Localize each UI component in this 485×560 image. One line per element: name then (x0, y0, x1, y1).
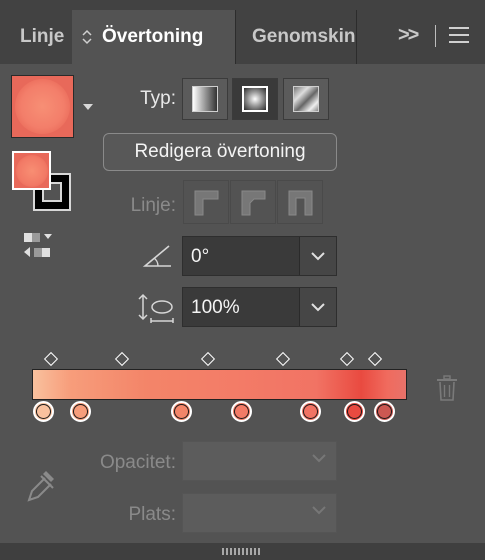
panel-menu-icon[interactable] (449, 27, 469, 45)
edit-gradient-button[interactable]: Redigera övertoning (103, 133, 337, 171)
chevron-down-icon (312, 454, 326, 463)
resize-grip[interactable] (222, 548, 262, 555)
gradient-panel: Linje Övertoning Genomskinlighet >> Typ:… (0, 0, 485, 560)
stroke-across-button[interactable] (277, 180, 323, 224)
aspect-ratio-dropdown-toggle[interactable] (299, 288, 336, 326)
opacity-dropdown[interactable] (182, 441, 337, 481)
tab-stroke[interactable]: Linje (0, 10, 72, 64)
gradient-midpoint[interactable] (114, 351, 130, 367)
gradient-midpoint[interactable] (201, 351, 216, 367)
gradient-slider[interactable] (32, 369, 407, 400)
tab-transparency[interactable]: Genomskinlighet (235, 10, 356, 64)
gradient-midpoint[interactable] (368, 351, 383, 367)
gradient-stop[interactable] (70, 401, 92, 422)
stroke-within-icon (194, 190, 219, 216)
chevron-down-icon (312, 506, 326, 515)
type-label: Typ: (140, 88, 176, 109)
stroke-label: Linje: (130, 195, 176, 216)
gradient-stop[interactable] (373, 401, 395, 422)
position-dropdown[interactable] (182, 493, 337, 533)
gradient-midpoint[interactable] (276, 351, 291, 367)
tab-gradient-label: Övertoning (102, 26, 204, 47)
aspect-ratio-icon (138, 293, 174, 323)
fill-swatch[interactable] (12, 151, 51, 190)
chevron-down-icon (311, 251, 325, 260)
gradient-stop[interactable] (343, 401, 365, 422)
tab-bar: Linje Övertoning Genomskinlighet >> (0, 0, 485, 64)
eyedropper-icon[interactable] (24, 467, 58, 505)
stroke-along-icon (241, 190, 266, 216)
radial-gradient-icon (242, 86, 268, 112)
linear-gradient-button[interactable] (182, 78, 228, 120)
gradient-fill-swatch[interactable] (11, 75, 74, 138)
menu-separator (435, 25, 436, 47)
fill-swatch-preview (15, 154, 48, 187)
stroke-along-button[interactable] (230, 180, 276, 224)
chevron-down-icon[interactable] (83, 104, 93, 110)
freeform-gradient-button[interactable] (283, 78, 329, 120)
gradient-midpoint[interactable] (339, 351, 355, 367)
radial-gradient-button[interactable] (232, 78, 278, 120)
reorder-arrows-icon (82, 29, 92, 45)
tab-transparency-label: Genomskinlighet (252, 26, 356, 47)
aspect-ratio-dropdown[interactable]: 100% (182, 287, 337, 327)
opacity-label: Opacitet: (99, 452, 176, 473)
tab-separator (356, 10, 357, 64)
reverse-gradient-icon[interactable] (22, 231, 54, 261)
gradient-stop[interactable] (170, 401, 192, 422)
stroke-within-button[interactable] (183, 180, 229, 224)
position-label: Plats: (128, 504, 176, 525)
gradient-stop[interactable] (33, 401, 54, 422)
trash-icon[interactable] (436, 375, 458, 401)
angle-icon (142, 245, 171, 267)
aspect-ratio-value[interactable]: 100% (191, 297, 240, 319)
angle-dropdown-toggle[interactable] (299, 237, 336, 275)
tab-gradient[interactable]: Övertoning (72, 10, 235, 64)
gradient-stop[interactable] (230, 401, 252, 422)
tab-stroke-label: Linje (20, 26, 65, 47)
freeform-gradient-icon (293, 86, 319, 112)
stroke-across-icon (288, 190, 313, 216)
linear-gradient-icon (192, 86, 218, 112)
angle-dropdown[interactable]: 0° (182, 236, 337, 276)
gradient-stop[interactable] (299, 401, 321, 422)
angle-value[interactable]: 0° (191, 246, 209, 268)
gradient-midpoint[interactable] (43, 351, 58, 367)
overflow-tabs-button[interactable]: >> (398, 24, 419, 47)
gradient-preview (15, 79, 70, 134)
chevron-down-icon (311, 302, 325, 311)
